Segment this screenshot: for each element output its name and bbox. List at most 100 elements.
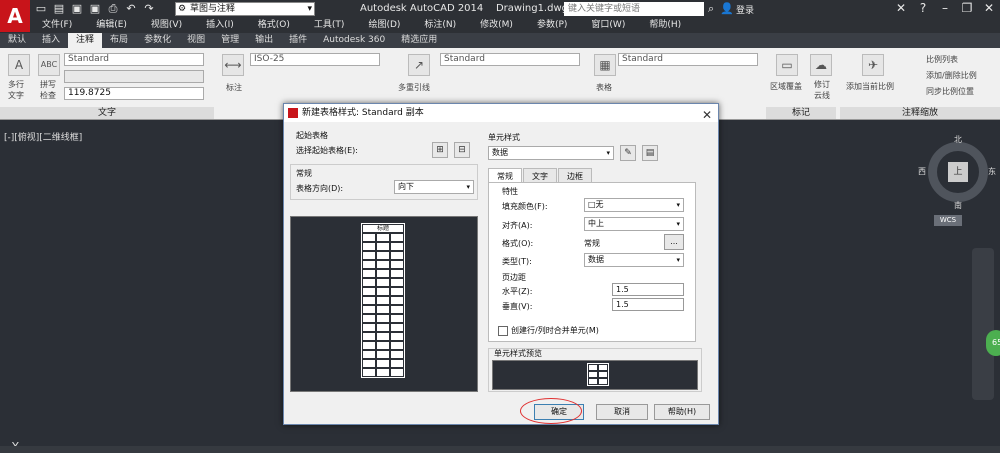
save-as-icon[interactable]: ▣ bbox=[88, 2, 102, 16]
cancel-button[interactable]: 取消 bbox=[596, 404, 648, 420]
menu-item[interactable]: 格式(O) bbox=[246, 18, 302, 33]
wcs-menu[interactable]: WCS bbox=[934, 215, 962, 226]
tab-layout[interactable]: 布局 bbox=[102, 33, 136, 48]
multileader-label[interactable]: 多重引线 bbox=[398, 82, 430, 93]
wipeout-icon[interactable]: ▭ bbox=[776, 54, 798, 76]
spell-check-label[interactable]: 拼写 检查 bbox=[40, 79, 56, 101]
sync-scale-label[interactable]: 同步比例位置 bbox=[926, 86, 974, 97]
dim-style-select[interactable]: ISO-25 bbox=[250, 53, 380, 66]
tab-plugins[interactable]: 插件 bbox=[281, 33, 315, 48]
menu-item[interactable]: 文件(F) bbox=[30, 18, 84, 33]
tab-featured-apps[interactable]: 精选应用 bbox=[393, 33, 445, 48]
chevron-down-icon: ▾ bbox=[676, 256, 680, 264]
panel-markup-label[interactable]: 标记 bbox=[766, 107, 836, 119]
horizontal-margin-input[interactable]: 1.5 bbox=[612, 283, 684, 296]
multileader-icon[interactable]: ↗ bbox=[408, 54, 430, 76]
status-badge[interactable]: 65 bbox=[986, 330, 1000, 356]
undo-icon[interactable]: ↶ bbox=[124, 2, 138, 16]
menu-item[interactable]: 编辑(E) bbox=[84, 18, 139, 33]
table-label[interactable]: 表格 bbox=[596, 82, 612, 93]
tab-output[interactable]: 输出 bbox=[247, 33, 281, 48]
app-logo[interactable]: A bbox=[0, 0, 30, 32]
save-icon[interactable]: ▣ bbox=[70, 2, 84, 16]
format-browse-button[interactable]: ... bbox=[664, 234, 684, 250]
compass-south[interactable]: 南 bbox=[954, 200, 962, 211]
fill-color-select[interactable]: □无 ▾ bbox=[584, 198, 684, 212]
remove-table-button[interactable]: ⊟ bbox=[454, 142, 470, 158]
new-file-icon[interactable]: ▭ bbox=[34, 2, 48, 16]
close-icon[interactable]: ✕ bbox=[702, 106, 712, 124]
format-label: 格式(O): bbox=[502, 239, 534, 248]
print-icon[interactable]: ⎙ bbox=[106, 2, 120, 16]
panel-annoscale-label[interactable]: 注释缩放 bbox=[840, 107, 1000, 119]
menu-item[interactable]: 视图(V) bbox=[139, 18, 194, 33]
table-direction-select[interactable]: 向下 ▾ bbox=[394, 180, 474, 194]
minimize-icon[interactable]: – bbox=[938, 1, 952, 15]
table-icon[interactable]: ▦ bbox=[594, 54, 616, 76]
tab-annotate[interactable]: 注释 bbox=[68, 33, 103, 48]
viewcube-top-face[interactable]: 上 bbox=[948, 162, 968, 182]
create-cell-style-button[interactable]: ✎ bbox=[620, 145, 636, 161]
user-icon[interactable]: 👤 bbox=[720, 2, 734, 16]
leader-style-select[interactable]: Standard bbox=[440, 53, 580, 66]
spell-check-icon[interactable]: ABC bbox=[38, 54, 60, 76]
multiline-text-icon[interactable]: A bbox=[8, 54, 30, 76]
dimension-label[interactable]: 标注 bbox=[226, 82, 242, 93]
manage-cell-styles-button[interactable]: ▤ bbox=[642, 145, 658, 161]
menu-item[interactable]: 插入(I) bbox=[194, 18, 246, 33]
revcloud-label[interactable]: 修订 云线 bbox=[814, 79, 830, 101]
tab-manage[interactable]: 管理 bbox=[213, 33, 247, 48]
compass-north[interactable]: 北 bbox=[954, 134, 962, 145]
text-height-input[interactable]: 119.8725 bbox=[64, 87, 204, 100]
revcloud-icon[interactable]: ☁ bbox=[810, 54, 832, 76]
vertical-margin-input[interactable]: 1.5 bbox=[612, 298, 684, 311]
cell-style-select[interactable]: 数据 ▾ bbox=[488, 146, 614, 160]
menu-item[interactable]: 标注(N) bbox=[412, 18, 468, 33]
menu-item[interactable]: 绘图(D) bbox=[356, 18, 412, 33]
menu-item[interactable]: 参数(P) bbox=[525, 18, 579, 33]
menu-item[interactable]: 窗口(W) bbox=[579, 18, 637, 33]
menu-item[interactable]: 修改(M) bbox=[468, 18, 525, 33]
type-select[interactable]: 数据 ▾ bbox=[584, 253, 684, 267]
menu-item[interactable]: 工具(T) bbox=[302, 18, 357, 33]
merge-cells-label[interactable]: 创建行/列时合并单元(M) bbox=[511, 325, 599, 336]
menu-item[interactable]: 帮助(H) bbox=[637, 18, 693, 33]
compass-east[interactable]: 东 bbox=[988, 166, 996, 177]
exchange-icon[interactable]: ✕ bbox=[894, 1, 908, 15]
table-style-select[interactable]: Standard bbox=[618, 53, 758, 66]
tab-parametric[interactable]: 参数化 bbox=[136, 33, 179, 48]
chevron-down-icon: ▾ bbox=[466, 183, 470, 191]
login-button[interactable]: 登录 bbox=[736, 3, 754, 16]
merge-cells-checkbox[interactable] bbox=[498, 326, 508, 336]
tab-insert[interactable]: 插入 bbox=[34, 33, 68, 48]
panel-text-label[interactable]: 文字 bbox=[0, 107, 214, 119]
add-delete-scales-label[interactable]: 添加/删除比例 bbox=[926, 70, 977, 81]
redo-icon[interactable]: ↷ bbox=[142, 2, 156, 16]
close-icon[interactable]: ✕ bbox=[982, 1, 996, 15]
dimension-icon[interactable]: ⟷ bbox=[222, 54, 244, 76]
search-input[interactable]: 键入关键字或短语 bbox=[564, 2, 704, 16]
add-scale-label[interactable]: 添加当前比例 bbox=[846, 81, 894, 92]
alignment-select[interactable]: 中上 ▾ bbox=[584, 217, 684, 231]
navigation-bar[interactable] bbox=[972, 248, 994, 400]
text-style-placeholder[interactable] bbox=[64, 70, 204, 83]
tab-default[interactable]: 默认 bbox=[0, 33, 34, 48]
search-icon[interactable]: ⌕ bbox=[708, 2, 714, 16]
text-style-select[interactable]: Standard bbox=[64, 53, 204, 66]
multiline-text-label[interactable]: 多行 文字 bbox=[8, 79, 24, 101]
select-table-button[interactable]: ⊞ bbox=[432, 142, 448, 158]
compass-west[interactable]: 西 bbox=[918, 166, 926, 177]
open-file-icon[interactable]: ▤ bbox=[52, 2, 66, 16]
horizontal-scrollbar[interactable] bbox=[0, 446, 1000, 453]
add-scale-icon[interactable]: ✈ bbox=[862, 54, 884, 76]
tab-autodesk360[interactable]: Autodesk 360 bbox=[315, 33, 393, 48]
help-button[interactable]: 帮助(H) bbox=[654, 404, 710, 420]
scale-list-label[interactable]: 比例列表 bbox=[926, 54, 958, 65]
viewcube[interactable]: 上 北 南 西 东 bbox=[918, 134, 1000, 212]
restore-icon[interactable]: ❐ bbox=[960, 1, 974, 15]
viewport-label[interactable]: [-][俯视][二维线框] bbox=[4, 130, 82, 143]
help-icon[interactable]: ? bbox=[916, 1, 930, 15]
tab-view[interactable]: 视图 bbox=[179, 33, 213, 48]
workspace-select[interactable]: ⚙ 草图与注释 ▾ bbox=[175, 2, 315, 16]
wipeout-label[interactable]: 区域覆盖 bbox=[770, 81, 802, 92]
